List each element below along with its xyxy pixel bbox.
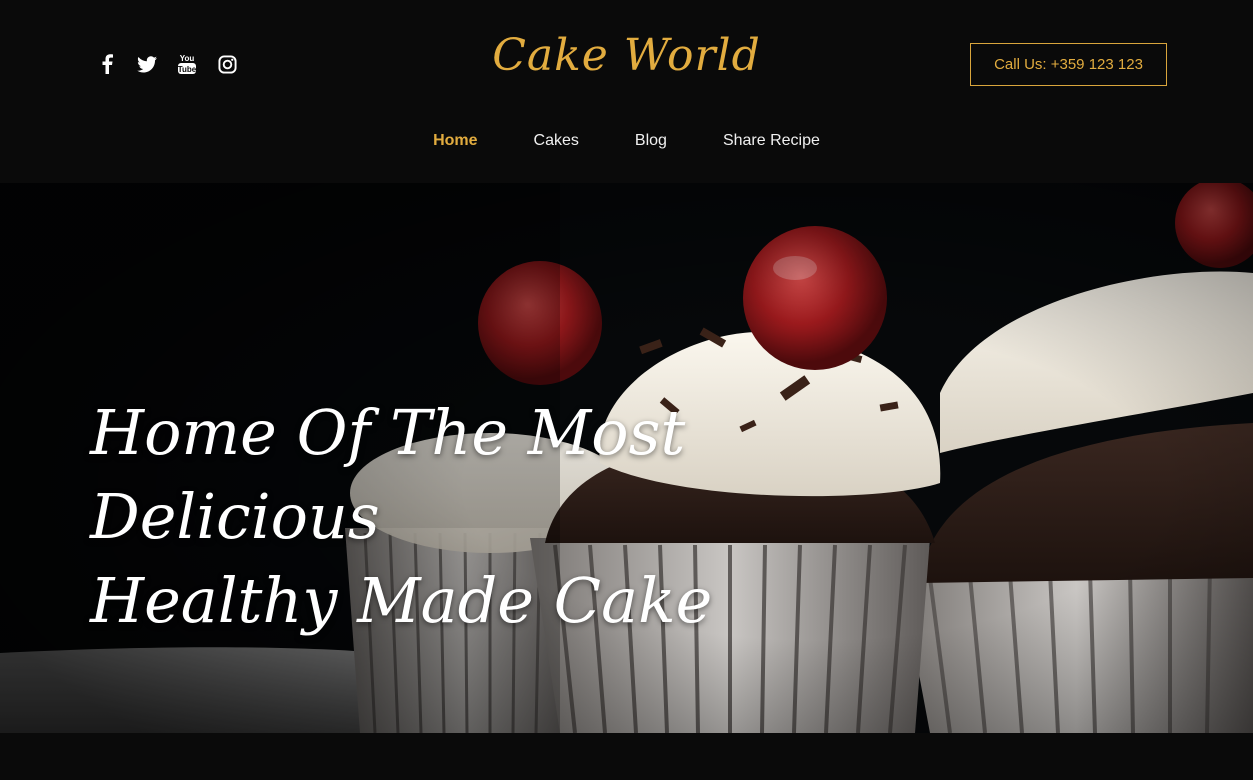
nav-item-share-recipe[interactable]: Share Recipe [723,132,820,150]
nav-item-cakes[interactable]: Cakes [534,132,579,150]
page-bottom-strip [0,733,1253,780]
nav-item-blog[interactable]: Blog [635,132,667,150]
main-nav: Home Cakes Blog Share Recipe [0,132,1253,150]
hero-section: Home Of The Most Delicious Healthy Made … [0,183,1253,733]
site-header: You Tube Cake World Call Us: +359 123 12… [0,0,1253,183]
nav-item-home[interactable]: Home [433,132,477,150]
hero-title-line-1: Home Of The Most Delicious [90,396,686,553]
hero-title-line-2: Healthy Made Cake [90,564,713,637]
hero-title: Home Of The Most Delicious Healthy Made … [90,391,850,643]
call-us-button[interactable]: Call Us: +359 123 123 [970,43,1167,86]
